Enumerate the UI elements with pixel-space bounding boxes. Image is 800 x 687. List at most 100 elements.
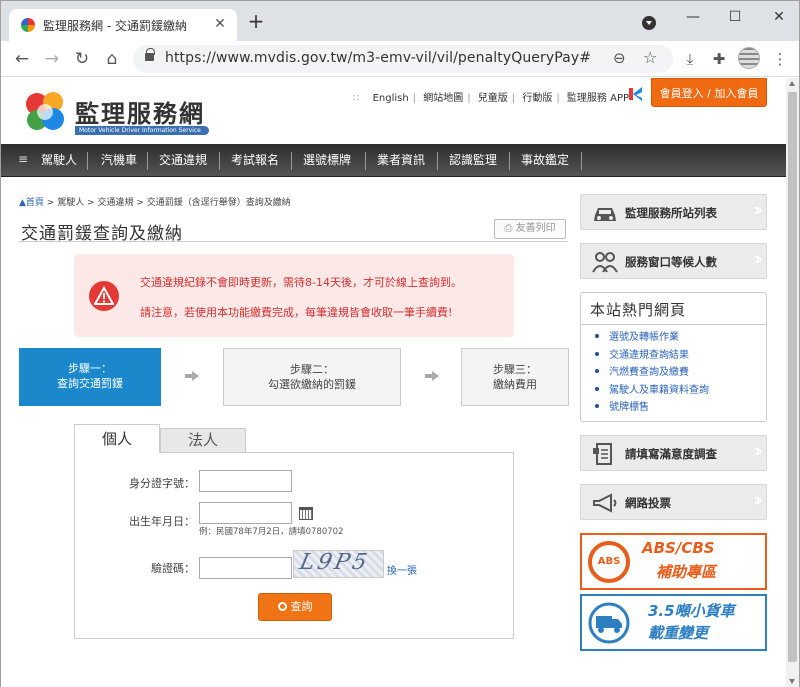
- step-number: 步驟一：: [68, 362, 112, 375]
- nav-exam[interactable]: 考試報名: [227, 144, 283, 177]
- sidebar-button-label: 服務窗口等候人數: [625, 255, 717, 269]
- nav-plate[interactable]: 選號標牌: [299, 144, 355, 177]
- captcha-image: L9P5: [293, 550, 384, 578]
- hot-link[interactable]: 選號及轉帳作業: [595, 329, 709, 347]
- link-kids[interactable]: 兒童版: [478, 89, 508, 104]
- extensions-icon[interactable]: ✚: [708, 48, 730, 70]
- captcha-input[interactable]: [199, 557, 292, 579]
- address-bar[interactable]: https://www.mvdis.gov.tw/m3-emv-vil/vil/…: [133, 45, 673, 73]
- browser-toolbar: ← → ↻ ⌂ https://www.mvdis.gov.tw/m3-emv-…: [1, 41, 799, 77]
- waiting-count-button[interactable]: 服務窗口等候人數 ››: [580, 243, 767, 279]
- menu-icon[interactable]: ≡: [18, 152, 28, 166]
- home-icon[interactable]: ▲: [19, 198, 26, 208]
- close-window-icon[interactable]: ✕: [767, 7, 791, 27]
- id-number-input[interactable]: [199, 470, 292, 492]
- download-icon[interactable]: ⤓: [679, 48, 701, 70]
- megaphone-icon: [593, 493, 617, 513]
- hot-link[interactable]: 號牌標售: [595, 399, 709, 417]
- vote-button[interactable]: 網路投票 ››: [580, 484, 767, 520]
- query-label: 查詢: [290, 600, 313, 613]
- query-button[interactable]: 查詢: [258, 593, 332, 621]
- nav-violation[interactable]: 交通違規: [155, 144, 211, 177]
- step-number: 步驟二：: [290, 363, 334, 376]
- step-3: 步驟三： 繳納費用: [461, 348, 569, 406]
- nav-business[interactable]: 業者資訊: [373, 144, 429, 177]
- breadcrumb-home[interactable]: 首頁: [26, 198, 44, 208]
- minimize-icon[interactable]: —: [681, 7, 705, 27]
- refresh-captcha-link[interactable]: 換一張: [387, 562, 417, 577]
- nav-vehicle[interactable]: 汽機車: [97, 144, 141, 177]
- warning-icon: [89, 281, 119, 311]
- forward-icon[interactable]: →: [41, 48, 63, 70]
- nav-accident[interactable]: 事故鑑定: [517, 144, 573, 177]
- top-links: ∷ English | 網站地圖 | 兒童版 | 行動版 | 監理服務 APP: [353, 89, 629, 104]
- hot-link[interactable]: 駕駛人及車籍資料查詢: [595, 382, 709, 400]
- step-label: 查詢交通罰鍰: [57, 377, 123, 390]
- logo-subtitle: Motor Vehicle Driver Information Service: [75, 126, 209, 135]
- print-button[interactable]: ⎙ 友善列印: [494, 219, 566, 239]
- tab-search-icon[interactable]: [642, 16, 656, 30]
- hot-link[interactable]: 交通違規查詢結果: [595, 347, 709, 365]
- banner-title: 3.5噸小貨車: [648, 602, 735, 620]
- breadcrumb-path: > 駕駛人 > 交通違規 > 交通罰鍰（含逕行舉發）查詢及繳納: [43, 198, 291, 208]
- link-english[interactable]: English: [373, 93, 409, 104]
- breadcrumb: ▲首頁 > 駕駛人 > 交通違規 > 交通罰鍰（含逕行舉發）查詢及繳納: [19, 195, 291, 208]
- sidebar-button-label: 請填寫滿意度調查: [625, 447, 717, 461]
- profile-icon[interactable]: [738, 47, 760, 69]
- divider: |: [467, 93, 471, 104]
- login-button[interactable]: 會員登入 / 加入會員: [651, 78, 767, 107]
- back-icon[interactable]: ←: [11, 48, 33, 70]
- vertical-scrollbar[interactable]: [786, 78, 799, 687]
- close-icon[interactable]: ✕: [211, 15, 229, 33]
- plus-icon[interactable]: +: [245, 11, 267, 33]
- truck-load-banner[interactable]: 3.5噸小貨車 載重變更: [580, 594, 767, 651]
- link-mobile[interactable]: 行動版: [522, 89, 552, 104]
- birthdate-hint: 例：民國78年7月2日，請填0780702: [199, 527, 344, 537]
- star-icon[interactable]: ☆: [643, 48, 657, 67]
- nav-driver[interactable]: 駕駛人: [37, 144, 81, 177]
- abs-badge-text: ABS: [597, 556, 621, 567]
- birthdate-label: 出生年月日：: [129, 515, 195, 528]
- site-logo[interactable]: 監理服務網 Motor Vehicle Driver Information S…: [23, 88, 223, 138]
- maximize-icon[interactable]: ☐: [723, 7, 747, 27]
- arrow-right-icon: [425, 371, 439, 381]
- birthdate-input[interactable]: [199, 502, 292, 524]
- reload-icon[interactable]: ↻: [71, 48, 93, 70]
- divider: |: [511, 93, 516, 104]
- truck-icon: [588, 602, 630, 644]
- sidebar-button-label: 監理服務所站列表: [625, 206, 717, 220]
- nav-divider: [581, 152, 582, 170]
- station-list-button[interactable]: 監理服務所站列表 ››: [580, 194, 767, 230]
- hot-pages-title: 本站熱門網頁: [590, 301, 687, 319]
- zoom-icon[interactable]: ⊖: [613, 49, 626, 67]
- app-icon[interactable]: [629, 86, 643, 102]
- step-number: 步驟三：: [493, 363, 537, 376]
- banner-subtitle: 補助專區: [656, 563, 717, 581]
- nav-divider: [87, 152, 88, 170]
- scroll-thumb[interactable]: [788, 92, 797, 662]
- scroll-up-icon[interactable]: [789, 81, 795, 86]
- step-2: 步驟二： 勾選欲繳納的罰鍰: [223, 348, 401, 406]
- lock-icon[interactable]: [145, 48, 155, 61]
- home-icon[interactable]: ⌂: [101, 48, 123, 70]
- query-form: 身分證字號： 出生年月日： 例：民國78年7月2日，請填0780702 驗證碼：…: [74, 452, 514, 639]
- tab-personal[interactable]: 個人: [74, 424, 160, 453]
- abs-subsidy-banner[interactable]: ABS ABS/CBS 補助專區: [580, 533, 767, 590]
- url-text[interactable]: https://www.mvdis.gov.tw/m3-emv-vil/vil/…: [165, 50, 591, 66]
- step-label: 繳納費用: [493, 378, 537, 391]
- more-icon[interactable]: ⋮: [769, 48, 791, 70]
- tab-corporate[interactable]: 法人: [160, 428, 246, 453]
- nav-divider: [509, 152, 510, 170]
- people-icon: [592, 252, 618, 273]
- browser-tab[interactable]: 監理服務網 - 交通罰鍰繳納 ✕: [9, 9, 237, 41]
- link-sitemap[interactable]: 網站地圖: [423, 89, 463, 104]
- scroll-down-icon[interactable]: [789, 679, 795, 684]
- calendar-icon[interactable]: [299, 507, 313, 520]
- hot-link[interactable]: 汽燃費查詢及繳費: [595, 364, 709, 382]
- survey-button[interactable]: 請填寫滿意度調查 ››: [580, 435, 767, 471]
- link-app[interactable]: 監理服務 APP: [567, 89, 629, 104]
- nav-about[interactable]: 認識監理: [445, 144, 501, 177]
- divider: |: [556, 93, 560, 104]
- step-label: 勾選欲繳納的罰鍰: [268, 378, 356, 391]
- captcha-text: L9P5: [297, 550, 373, 575]
